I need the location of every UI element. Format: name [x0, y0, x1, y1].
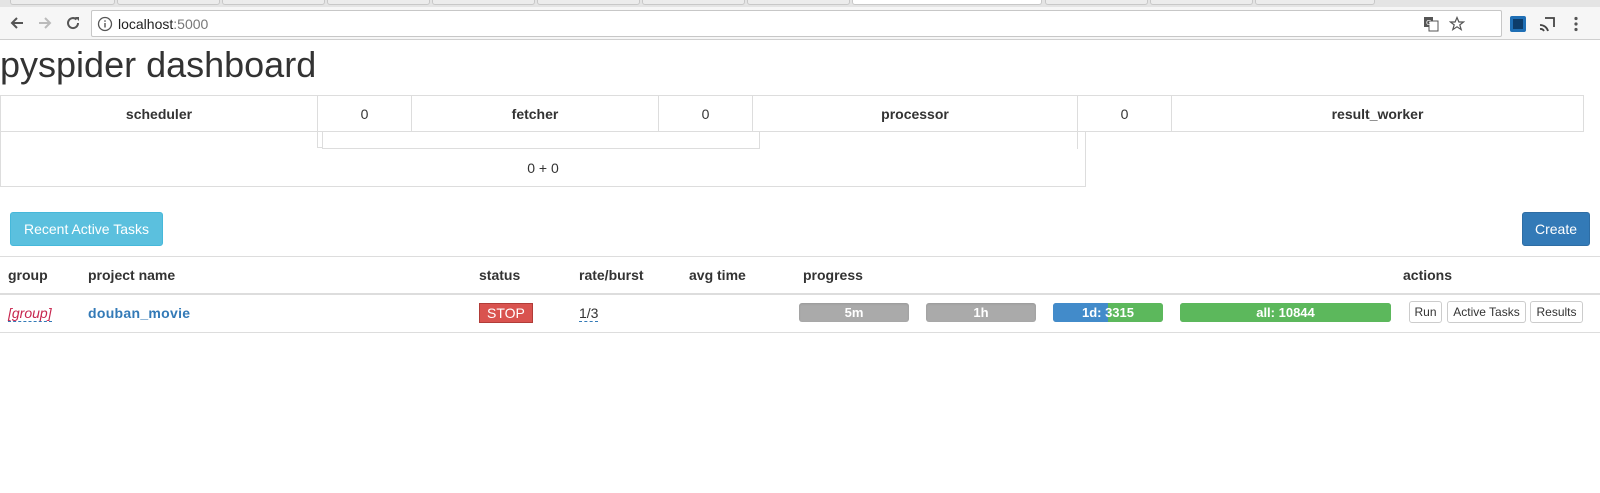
browser-tab[interactable] [327, 0, 430, 5]
processor-to-result-count: 0 [1077, 95, 1172, 132]
browser-toolbar: localhost:5000 G [0, 7, 1600, 40]
result-worker-label: result_worker [1171, 95, 1584, 132]
back-arrow-icon[interactable] [5, 11, 29, 35]
browser-tab[interactable] [432, 0, 535, 5]
translate-icon[interactable]: G [1423, 16, 1439, 32]
info-icon[interactable] [97, 16, 113, 32]
extension-icon[interactable] [1509, 15, 1527, 33]
url-text[interactable]: localhost:5000 [118, 16, 208, 32]
address-bar[interactable]: localhost:5000 G [91, 10, 1502, 37]
rate-burst-value[interactable]: 1/3 [579, 305, 599, 323]
progress-1d-bar[interactable]: 1d: 3315 [1053, 303, 1163, 322]
header-actions: actions [1395, 256, 1600, 295]
url-host: localhost [118, 16, 174, 32]
queue-spacer [0, 131, 318, 148]
scheduler-label: scheduler [0, 95, 318, 132]
fetcher-label: fetcher [411, 95, 659, 132]
browser-tab[interactable] [117, 0, 220, 5]
group-cell: [group] [0, 293, 80, 333]
browser-tab[interactable] [222, 0, 325, 5]
queue-spacer [1078, 132, 1584, 148]
results-button[interactable]: Results [1530, 301, 1583, 323]
star-icon[interactable] [1449, 16, 1465, 32]
status-cell: STOP [471, 293, 571, 333]
progress-1h-label: 1h [973, 305, 989, 320]
browser-tab[interactable] [1045, 0, 1148, 5]
queue-left-border [0, 132, 1, 150]
progress-all-label: all: 10844 [1256, 305, 1315, 320]
queue-total-cell: 0 + 0 [0, 149, 1086, 187]
status-badge[interactable]: STOP [479, 303, 533, 324]
header-avg-time[interactable]: avg time [681, 256, 795, 295]
forward-arrow-icon[interactable] [33, 11, 57, 35]
recent-active-tasks-button[interactable]: Recent Active Tasks [10, 212, 163, 246]
menu-dots-icon[interactable] [1567, 15, 1585, 33]
browser-tab[interactable] [642, 0, 745, 5]
progress-1d-label: 1d: 3315 [1081, 305, 1135, 320]
progress-1h-bar[interactable]: 1h [926, 303, 1036, 322]
queue-spacer [752, 131, 1078, 148]
tab-strip [0, 0, 1600, 7]
avg-time-cell [681, 293, 795, 333]
cast-icon[interactable] [1538, 15, 1556, 33]
queue-inner-box [322, 132, 760, 149]
group-link[interactable]: [group] [8, 305, 52, 323]
rate-burst-cell: 1/3 [571, 293, 681, 333]
active-tasks-button[interactable]: Active Tasks [1447, 301, 1526, 323]
run-button[interactable]: Run [1409, 301, 1442, 323]
url-port: :5000 [173, 16, 209, 32]
processor-label: processor [752, 95, 1078, 132]
fetcher-to-processor-count: 0 [658, 95, 753, 132]
header-rate-burst[interactable]: rate/burst [571, 256, 681, 295]
header-status[interactable]: status [471, 256, 571, 295]
projects-header-row: group project name status rate/burst avg… [0, 256, 1600, 295]
header-group[interactable]: group [0, 256, 80, 295]
browser-tab[interactable] [537, 0, 640, 5]
queue-total: 0 + 0 [527, 159, 559, 176]
progress-5m-label: 5m [844, 305, 864, 320]
project-link[interactable]: douban_movie [88, 305, 190, 321]
queue-spacer [1078, 148, 1584, 149]
project-name-cell: douban_movie [80, 293, 471, 333]
svg-text:G: G [1426, 19, 1431, 27]
reload-icon[interactable] [61, 11, 85, 35]
header-progress[interactable]: progress [795, 256, 1395, 295]
queue-status-table: scheduler 0 fetcher 0 processor 0 result… [0, 95, 1584, 148]
create-button[interactable]: Create [1522, 212, 1590, 246]
progress-all-bar[interactable]: all: 10844 [1180, 303, 1391, 322]
browser-tab[interactable] [1255, 0, 1375, 5]
queue-right-border [1085, 132, 1086, 150]
browser-tab[interactable] [10, 0, 115, 5]
page-title: pyspider dashboard [0, 44, 317, 85]
scheduler-to-fetcher-count: 0 [317, 95, 412, 132]
browser-tab-active[interactable] [852, 0, 1042, 5]
progress-5m-bar[interactable]: 5m [799, 303, 909, 322]
browser-tab[interactable] [747, 0, 850, 5]
browser-tab[interactable] [1150, 0, 1253, 5]
header-project-name[interactable]: project name [80, 256, 471, 295]
